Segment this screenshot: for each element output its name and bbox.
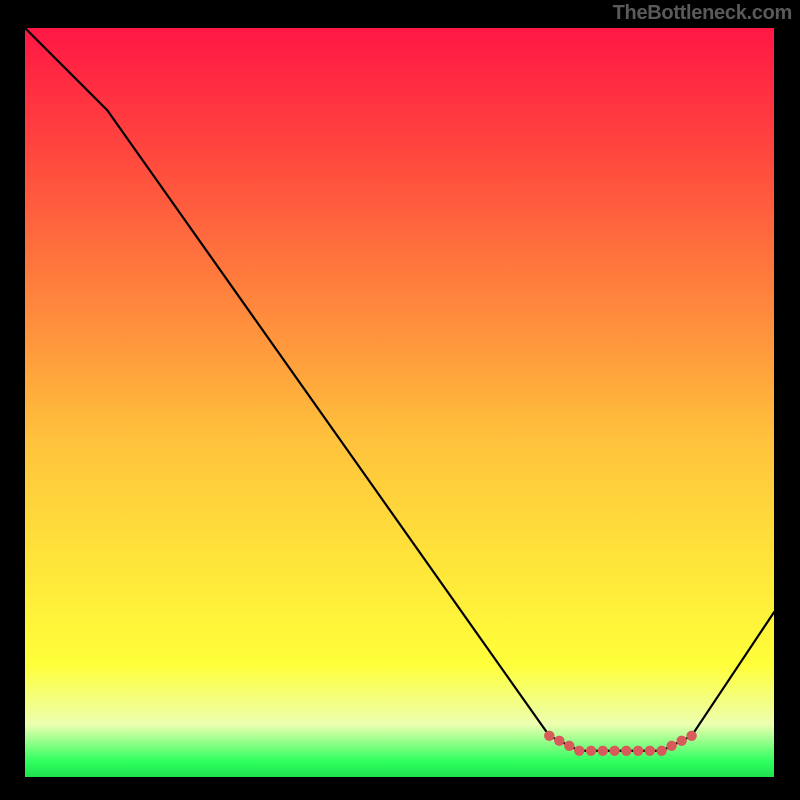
plot-background xyxy=(25,28,774,777)
optimal-marker-dot xyxy=(621,746,631,756)
chart-canvas: TheBottleneck.com xyxy=(0,0,800,800)
optimal-marker-dot xyxy=(666,741,676,751)
chart-svg xyxy=(0,0,800,800)
optimal-marker-dot xyxy=(656,746,666,756)
watermark-label: TheBottleneck.com xyxy=(613,2,792,25)
optimal-marker-dot xyxy=(586,746,596,756)
optimal-marker-dot xyxy=(554,736,564,746)
optimal-marker-dot xyxy=(633,746,643,756)
optimal-marker-dot xyxy=(598,746,608,756)
optimal-marker-dot xyxy=(574,746,584,756)
optimal-marker-dot xyxy=(544,731,554,741)
optimal-marker-dot xyxy=(676,736,686,746)
optimal-marker-dot xyxy=(564,741,574,751)
optimal-marker-dot xyxy=(609,746,619,756)
optimal-marker-dot xyxy=(686,731,696,741)
optimal-marker-dot xyxy=(645,746,655,756)
